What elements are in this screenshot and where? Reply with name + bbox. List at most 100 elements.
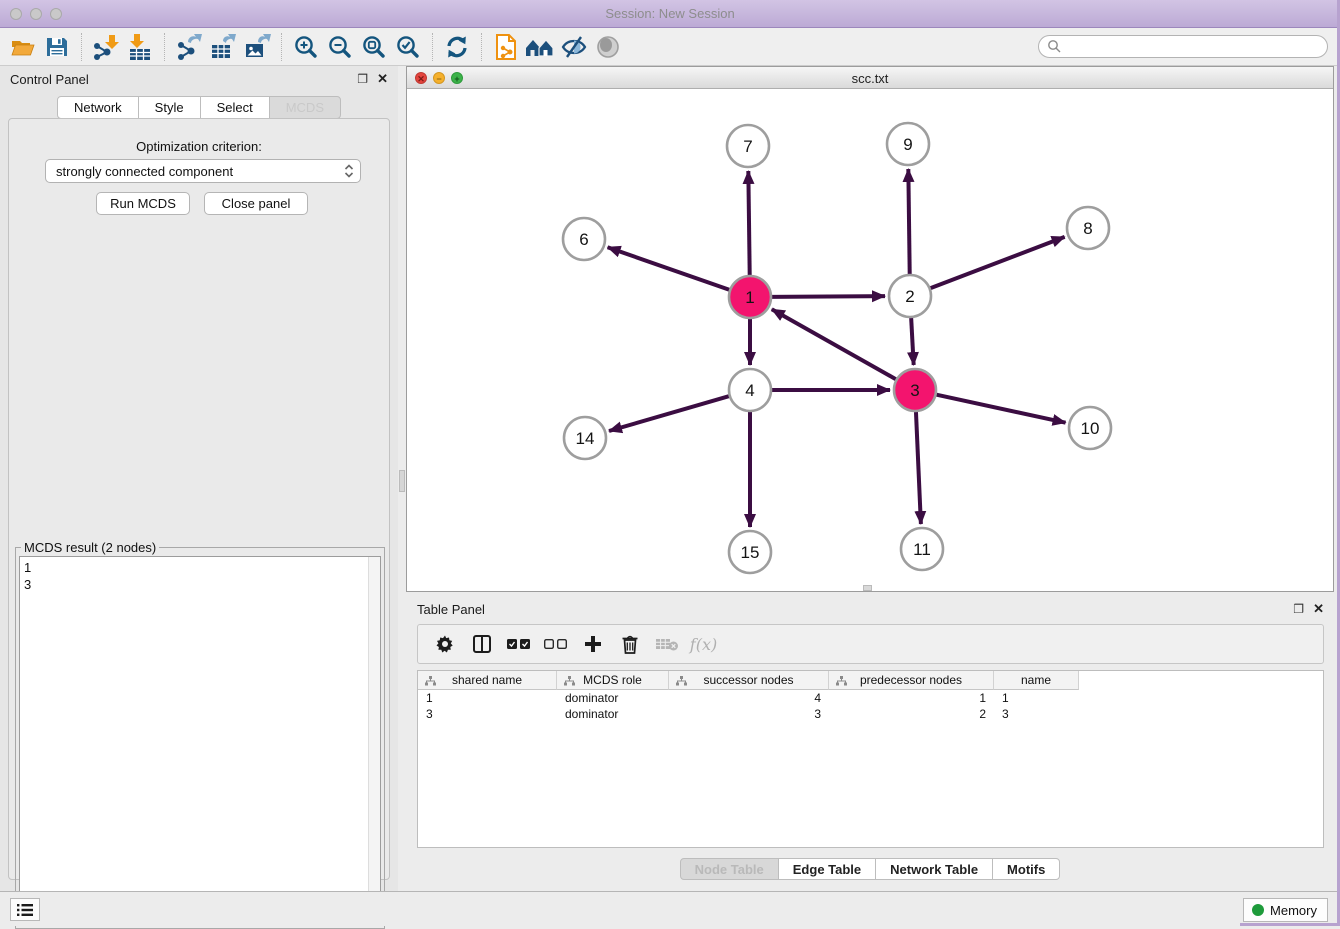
memory-button[interactable]: Memory bbox=[1243, 898, 1328, 922]
edge-2-9[interactable] bbox=[908, 169, 909, 274]
tab-network-table[interactable]: Network Table bbox=[875, 858, 993, 880]
status-bar: Memory bbox=[0, 891, 1340, 926]
zoom-selected-button[interactable] bbox=[391, 32, 425, 62]
table-close-panel-icon[interactable]: ✕ bbox=[1313, 601, 1324, 617]
node-label: 2 bbox=[905, 287, 914, 306]
table-panel-tabs: Node TableEdge TableNetwork TableMotifs bbox=[406, 858, 1334, 880]
select-all-button[interactable] bbox=[500, 628, 537, 660]
node-label: 9 bbox=[903, 135, 912, 154]
import-table-button[interactable] bbox=[123, 32, 157, 62]
table-cell[interactable]: 1 bbox=[829, 690, 994, 706]
graph-node-10[interactable]: 10 bbox=[1069, 407, 1111, 449]
table-row[interactable]: 3dominator323 bbox=[418, 706, 1323, 722]
graph-node-7[interactable]: 7 bbox=[727, 125, 769, 167]
delete-button[interactable] bbox=[611, 628, 648, 660]
cyndex-browser-button[interactable] bbox=[523, 32, 557, 62]
float-panel-icon[interactable]: ❐ bbox=[357, 72, 368, 86]
network-graph[interactable]: 7 9 6 8 1 2 4 3 14 10 15 11 bbox=[407, 89, 1333, 591]
graph-node-4[interactable]: 4 bbox=[729, 369, 771, 411]
network-window-titlebar[interactable]: ✕ − + scc.txt bbox=[407, 67, 1333, 89]
table-cell[interactable]: 3 bbox=[669, 706, 829, 722]
tab-edge-table[interactable]: Edge Table bbox=[778, 858, 876, 880]
open-session-button[interactable] bbox=[6, 32, 40, 62]
zoom-in-button[interactable] bbox=[289, 32, 323, 62]
column-header-predecessor-nodes[interactable]: predecessor nodes bbox=[829, 671, 994, 690]
graph-node-9[interactable]: 9 bbox=[887, 123, 929, 165]
settings-gear-button[interactable] bbox=[426, 628, 463, 660]
graph-node-8[interactable]: 8 bbox=[1067, 207, 1109, 249]
edge-3-10[interactable] bbox=[936, 395, 1065, 423]
criterion-dropdown[interactable]: strongly connected component bbox=[45, 159, 361, 183]
close-panel-button[interactable]: Close panel bbox=[204, 192, 308, 215]
edge-4-14[interactable] bbox=[609, 396, 729, 431]
horizontal-splitter-handle[interactable] bbox=[863, 585, 872, 591]
table-float-panel-icon[interactable]: ❐ bbox=[1293, 602, 1304, 616]
edge-1-7[interactable] bbox=[748, 171, 749, 275]
splitter-handle[interactable] bbox=[399, 470, 405, 492]
table-cell[interactable]: dominator bbox=[557, 706, 669, 722]
export-table-button[interactable] bbox=[206, 32, 240, 62]
zoom-fit-button[interactable] bbox=[357, 32, 391, 62]
close-panel-icon[interactable]: ✕ bbox=[377, 71, 388, 87]
zoom-out-icon bbox=[327, 34, 353, 60]
network-canvas[interactable]: 7 9 6 8 1 2 4 3 14 10 15 11 bbox=[407, 89, 1333, 591]
table-cell[interactable]: 4 bbox=[669, 690, 829, 706]
node-table[interactable]: shared nameMCDS rolesuccessor nodesprede… bbox=[417, 670, 1324, 848]
task-history-button[interactable] bbox=[10, 898, 40, 921]
graph-node-11[interactable]: 11 bbox=[901, 528, 943, 570]
import-table-icon bbox=[126, 33, 154, 61]
zoom-out-button[interactable] bbox=[323, 32, 357, 62]
save-session-button[interactable] bbox=[40, 32, 74, 62]
table-cell[interactable]: dominator bbox=[557, 690, 669, 706]
column-header-MCDS-role[interactable]: MCDS role bbox=[557, 671, 669, 690]
tab-select[interactable]: Select bbox=[200, 96, 270, 119]
task-list-icon bbox=[17, 903, 33, 917]
tab-node-table[interactable]: Node Table bbox=[680, 858, 779, 880]
graph-node-15[interactable]: 15 bbox=[729, 531, 771, 573]
table-cell[interactable]: 1 bbox=[418, 690, 557, 706]
tab-network[interactable]: Network bbox=[57, 96, 139, 119]
table-row[interactable]: 1dominator411 bbox=[418, 690, 1323, 706]
run-mcds-button[interactable]: Run MCDS bbox=[96, 192, 190, 215]
export-table-icon bbox=[209, 33, 237, 61]
deselect-all-button[interactable] bbox=[537, 628, 574, 660]
edge-2-8[interactable] bbox=[931, 237, 1065, 288]
panel-columns-button[interactable] bbox=[463, 628, 500, 660]
graph-node-6[interactable]: 6 bbox=[563, 218, 605, 260]
vertical-splitter[interactable] bbox=[398, 66, 406, 891]
graph-node-2[interactable]: 2 bbox=[889, 275, 931, 317]
table-cell[interactable]: 3 bbox=[994, 706, 1079, 722]
edge-3-11[interactable] bbox=[916, 412, 921, 524]
column-header-successor-nodes[interactable]: successor nodes bbox=[669, 671, 829, 690]
table-cell[interactable]: 1 bbox=[994, 690, 1079, 706]
save-session-icon bbox=[45, 35, 69, 59]
toolbar-search[interactable] bbox=[1038, 35, 1328, 58]
column-header-name[interactable]: name bbox=[994, 671, 1079, 690]
graph-node-14[interactable]: 14 bbox=[564, 417, 606, 459]
graph-node-1[interactable]: 1 bbox=[729, 276, 771, 318]
table-cell[interactable]: 2 bbox=[829, 706, 994, 722]
apply-layout-button[interactable] bbox=[440, 32, 474, 62]
tab-style[interactable]: Style bbox=[138, 96, 201, 119]
mcds-result-area[interactable]: 1 3 bbox=[19, 556, 381, 925]
hide-graphics-button[interactable] bbox=[557, 32, 591, 62]
edge-1-2[interactable] bbox=[772, 296, 885, 297]
open-session-icon bbox=[10, 34, 36, 60]
export-image-button[interactable] bbox=[240, 32, 274, 62]
edge-3-1[interactable] bbox=[772, 309, 896, 379]
tab-motifs[interactable]: Motifs bbox=[992, 858, 1060, 880]
table-cell[interactable]: 3 bbox=[418, 706, 557, 722]
result-scrollbar[interactable] bbox=[368, 557, 380, 924]
column-header-shared-name[interactable]: shared name bbox=[418, 671, 557, 690]
sphere-button[interactable] bbox=[591, 32, 625, 62]
search-input[interactable] bbox=[1062, 38, 1327, 56]
tab-mcds[interactable]: MCDS bbox=[269, 96, 341, 119]
export-network-button[interactable] bbox=[172, 32, 206, 62]
graph-node-3[interactable]: 3 bbox=[894, 369, 936, 411]
import-network-button[interactable] bbox=[89, 32, 123, 62]
deselect-all-icon bbox=[544, 638, 568, 650]
edge-1-6[interactable] bbox=[608, 247, 730, 289]
edge-2-3[interactable] bbox=[911, 318, 914, 365]
new-network-file-button[interactable] bbox=[489, 32, 523, 62]
add-column-button[interactable] bbox=[574, 628, 611, 660]
